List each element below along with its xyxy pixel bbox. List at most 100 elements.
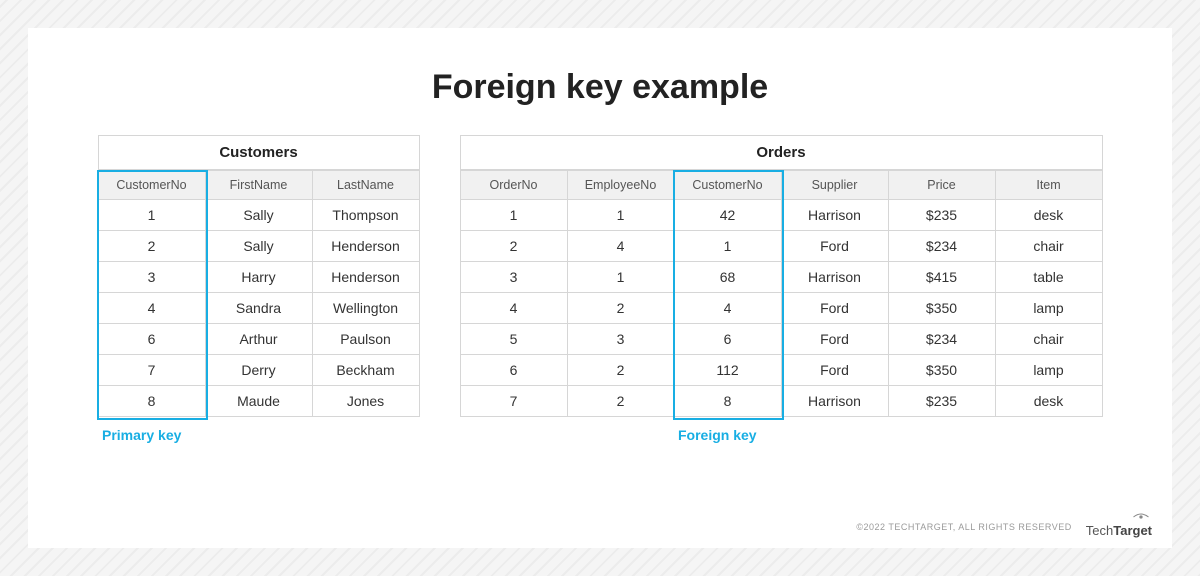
column-header: FirstName xyxy=(205,171,312,200)
table-cell: 5 xyxy=(460,324,567,355)
table-row: 536Ford$234chair xyxy=(460,324,1102,355)
table-cell: Derry xyxy=(205,355,312,386)
column-header: CustomerNo xyxy=(674,171,781,200)
table-row: 7DerryBeckham xyxy=(98,355,419,386)
footer: ©2022 TECHTARGET, ALL RIGHTS RESERVED Te… xyxy=(856,515,1152,538)
table-row: 241Ford$234chair xyxy=(460,231,1102,262)
table-row: 3168Harrison$415table xyxy=(460,262,1102,293)
customers-caption: Customers xyxy=(98,135,420,170)
table-cell: 2 xyxy=(460,231,567,262)
table-head-row: CustomerNoFirstNameLastName xyxy=(98,171,419,200)
column-header: Item xyxy=(995,171,1102,200)
table-row: 4SandraWellington xyxy=(98,293,419,324)
table-cell: Maude xyxy=(205,386,312,417)
table-cell: 6 xyxy=(98,324,205,355)
table-head-row: OrderNoEmployeeNoCustomerNoSupplierPrice… xyxy=(460,171,1102,200)
table-cell: Harrison xyxy=(781,386,888,417)
table-row: 3HarryHenderson xyxy=(98,262,419,293)
table-cell: $415 xyxy=(888,262,995,293)
table-row: 62112Ford$350lamp xyxy=(460,355,1102,386)
table-cell: $235 xyxy=(888,386,995,417)
table-row: 8MaudeJones xyxy=(98,386,419,417)
table-cell: lamp xyxy=(995,293,1102,324)
table-cell: desk xyxy=(995,386,1102,417)
copyright-text: ©2022 TECHTARGET, ALL RIGHTS RESERVED xyxy=(856,522,1071,532)
column-header: CustomerNo xyxy=(98,171,205,200)
table-cell: $235 xyxy=(888,200,995,231)
table-cell: $234 xyxy=(888,231,995,262)
table-cell: Harrison xyxy=(781,200,888,231)
column-header: Price xyxy=(888,171,995,200)
table-cell: 3 xyxy=(98,262,205,293)
table-cell: Ford xyxy=(781,231,888,262)
table-row: 2SallyHenderson xyxy=(98,231,419,262)
table-cell: Paulson xyxy=(312,324,419,355)
table-cell: lamp xyxy=(995,355,1102,386)
table-cell: 4 xyxy=(98,293,205,324)
table-cell: 2 xyxy=(98,231,205,262)
table-row: 424Ford$350lamp xyxy=(460,293,1102,324)
column-header: EmployeeNo xyxy=(567,171,674,200)
table-cell: chair xyxy=(995,324,1102,355)
column-header: LastName xyxy=(312,171,419,200)
table-cell: 3 xyxy=(460,262,567,293)
table-cell: Henderson xyxy=(312,231,419,262)
table-cell: 1 xyxy=(567,262,674,293)
table-cell: Harrison xyxy=(781,262,888,293)
table-cell: 1 xyxy=(674,231,781,262)
table-cell: table xyxy=(995,262,1102,293)
brand-light: Tech xyxy=(1086,523,1113,538)
table-cell: $234 xyxy=(888,324,995,355)
table-cell: 7 xyxy=(460,386,567,417)
table-cell: 68 xyxy=(674,262,781,293)
page-title: Foreign key example xyxy=(84,68,1116,107)
table-cell: Jones xyxy=(312,386,419,417)
column-header: OrderNo xyxy=(460,171,567,200)
customers-table-wrap: Customers CustomerNoFirstNameLastName 1S… xyxy=(98,135,420,443)
table-cell: chair xyxy=(995,231,1102,262)
table-cell: 2 xyxy=(567,355,674,386)
table-cell: 8 xyxy=(98,386,205,417)
column-header: Supplier xyxy=(781,171,888,200)
table-cell: 2 xyxy=(567,293,674,324)
primary-key-label: Primary key xyxy=(102,427,420,443)
brand-logo: TechTarget xyxy=(1086,515,1152,538)
table-cell: 8 xyxy=(674,386,781,417)
table-cell: Henderson xyxy=(312,262,419,293)
table-cell: Arthur xyxy=(205,324,312,355)
table-cell: Wellington xyxy=(312,293,419,324)
table-cell: 4 xyxy=(567,231,674,262)
table-cell: 2 xyxy=(567,386,674,417)
orders-table-wrap: Orders OrderNoEmployeeNoCustomerNoSuppli… xyxy=(460,135,1103,443)
table-cell: 112 xyxy=(674,355,781,386)
tables-row: Customers CustomerNoFirstNameLastName 1S… xyxy=(84,135,1116,443)
table-cell: 6 xyxy=(460,355,567,386)
eye-icon xyxy=(1132,513,1150,521)
table-cell: $350 xyxy=(888,355,995,386)
table-cell: 4 xyxy=(674,293,781,324)
table-cell: 1 xyxy=(98,200,205,231)
table-cell: $350 xyxy=(888,293,995,324)
table-cell: 4 xyxy=(460,293,567,324)
brand-bold: Target xyxy=(1113,523,1152,538)
table-cell: Harry xyxy=(205,262,312,293)
table-cell: 3 xyxy=(567,324,674,355)
foreign-key-label: Foreign key xyxy=(678,427,1103,443)
table-cell: Ford xyxy=(781,293,888,324)
table-cell: Thompson xyxy=(312,200,419,231)
content-card: Foreign key example Customers CustomerNo… xyxy=(28,28,1172,548)
table-row: 1SallyThompson xyxy=(98,200,419,231)
table-cell: 42 xyxy=(674,200,781,231)
table-row: 1142Harrison$235desk xyxy=(460,200,1102,231)
table-cell: Ford xyxy=(781,355,888,386)
table-cell: Sandra xyxy=(205,293,312,324)
orders-caption: Orders xyxy=(460,135,1103,170)
table-cell: 1 xyxy=(567,200,674,231)
table-cell: Beckham xyxy=(312,355,419,386)
customers-table: Customers CustomerNoFirstNameLastName 1S… xyxy=(98,135,420,417)
table-cell: desk xyxy=(995,200,1102,231)
page: Foreign key example Customers CustomerNo… xyxy=(0,0,1200,576)
orders-table: Orders OrderNoEmployeeNoCustomerNoSuppli… xyxy=(460,135,1103,417)
table-cell: Sally xyxy=(205,200,312,231)
table-row: 728Harrison$235desk xyxy=(460,386,1102,417)
